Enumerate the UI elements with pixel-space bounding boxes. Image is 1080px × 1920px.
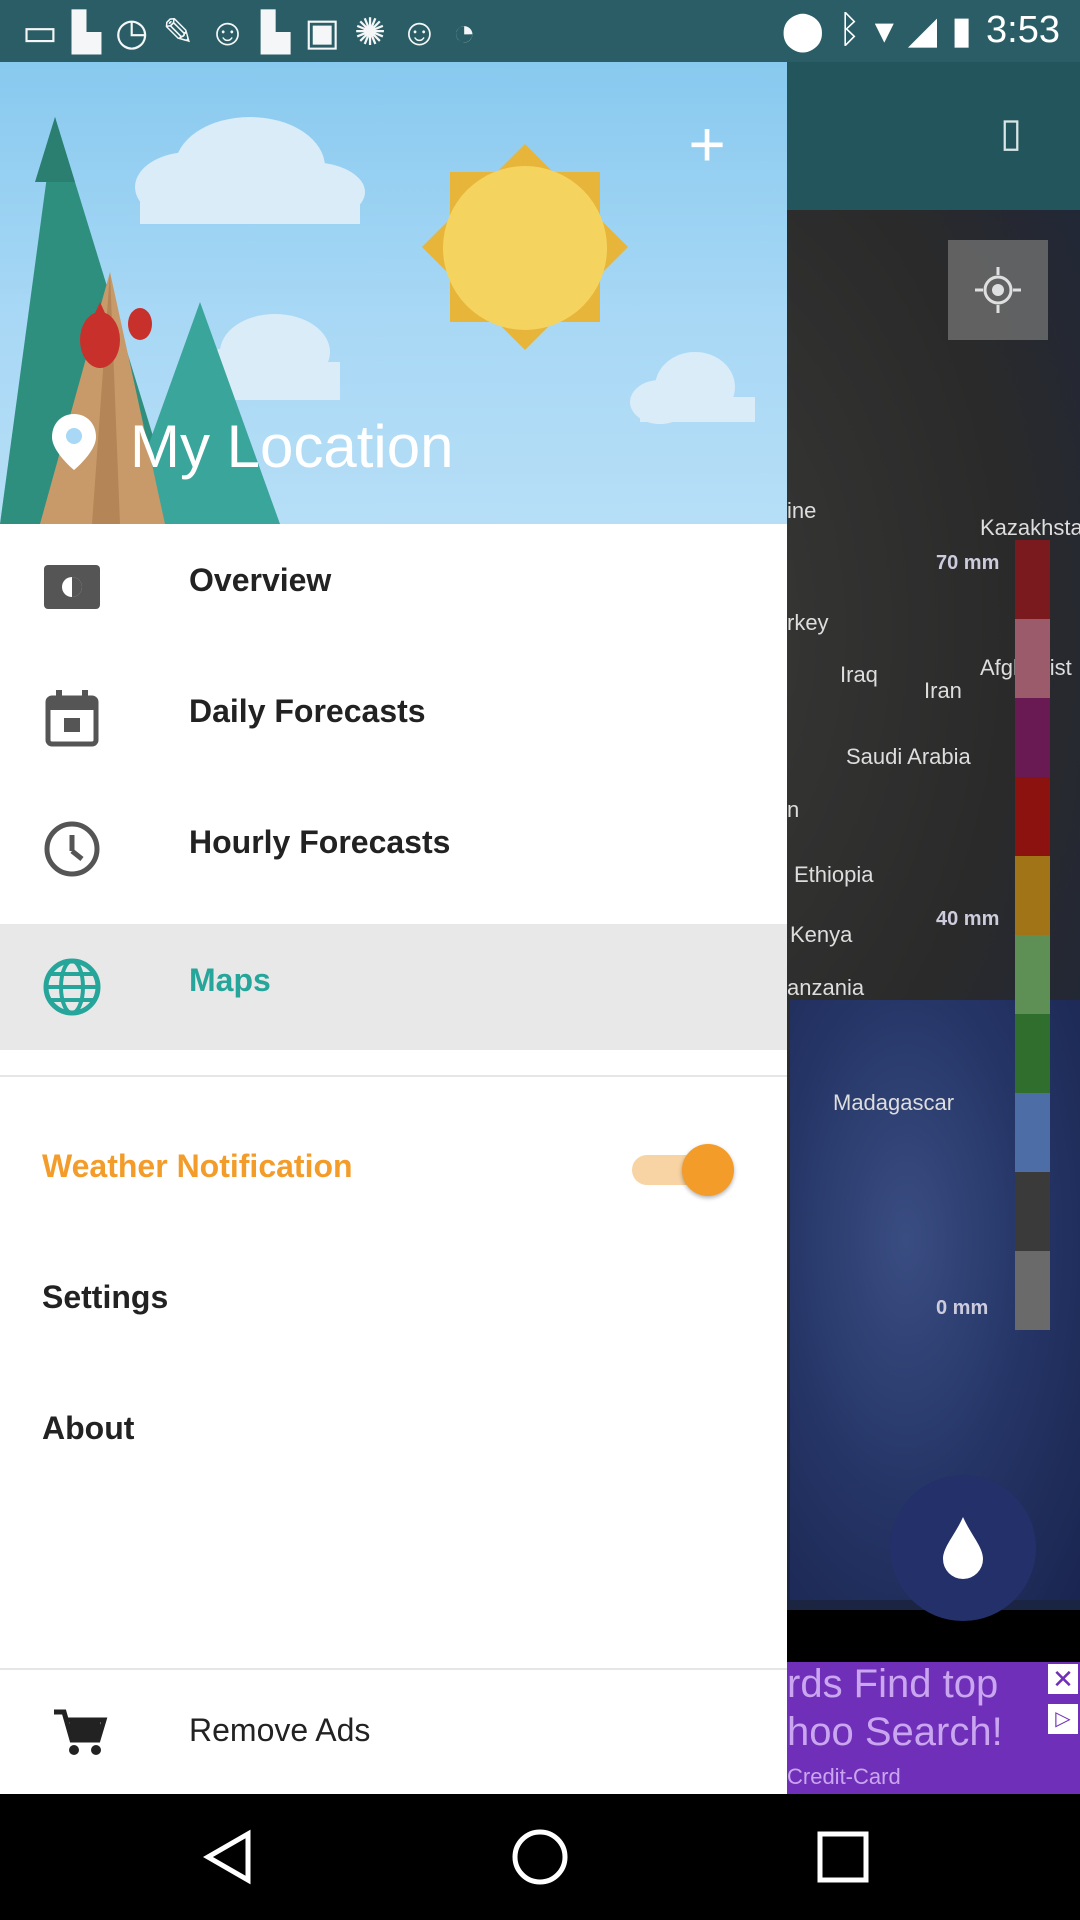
- legend-color-segment: [1015, 619, 1050, 698]
- map-view-icon[interactable]: ▯: [1000, 110, 1040, 160]
- calendar-icon: [42, 688, 102, 748]
- navigation-drawer: + My Location Overview Daily Forecasts H…: [0, 62, 787, 1794]
- map-label: anzania: [787, 975, 865, 1000]
- home-button[interactable]: [500, 1814, 580, 1900]
- wrench-icon: ✎: [162, 12, 209, 54]
- precipitation-fab[interactable]: [890, 1475, 1036, 1621]
- legend-color-segment: [1015, 540, 1050, 619]
- menu-item-daily-forecasts[interactable]: Daily Forecasts: [0, 655, 787, 781]
- remove-ads-label: Remove Ads: [189, 1712, 371, 1748]
- about-item[interactable]: About: [42, 1410, 134, 1447]
- notification-icons: ▭▙◷✎☺▙▣✺☺◔: [22, 10, 490, 55]
- signal-icon: ◢: [907, 10, 938, 52]
- location-status-icon: ⬤: [781, 10, 824, 52]
- map-label: Kenya: [790, 922, 853, 947]
- timer-icon: ◔: [452, 12, 490, 54]
- smiley-icon: ☺: [208, 12, 261, 54]
- map-label: rkey: [787, 610, 829, 635]
- smiley-icon: ☺: [399, 12, 453, 54]
- location-pin-icon: [50, 412, 98, 472]
- map-label: Iran: [924, 678, 962, 703]
- globe-icon: [42, 957, 102, 1017]
- menu-label: Overview: [189, 562, 332, 598]
- legend-color-segment: [1015, 856, 1050, 935]
- menu-item-overview[interactable]: Overview: [0, 524, 787, 650]
- legend-top-label: 70 mm: [936, 552, 1000, 574]
- menu-item-maps[interactable]: Maps: [0, 924, 787, 1050]
- map-label: Iraq: [840, 662, 878, 687]
- legend-color-segment: [1015, 698, 1050, 777]
- map-label: Kazakhsta: [980, 515, 1080, 540]
- timer-icon: ◷: [115, 12, 163, 54]
- drawer-header: + My Location: [0, 62, 787, 524]
- precipitation-legend: [1015, 540, 1050, 1330]
- menu-item-hourly-forecasts[interactable]: Hourly Forecasts: [0, 786, 787, 912]
- remove-ads-item[interactable]: Remove Ads: [0, 1670, 787, 1794]
- gps-locate-button[interactable]: [948, 240, 1048, 340]
- clock-icon: [42, 819, 102, 879]
- crosshair-icon: [975, 267, 1021, 313]
- menu-label: Daily Forecasts: [189, 693, 426, 729]
- legend-color-segment: [1015, 1251, 1050, 1330]
- bluetooth-icon: ᛒ: [837, 9, 861, 51]
- jio-icon: ✺: [354, 12, 400, 54]
- map-label: Ethiopia: [794, 862, 874, 887]
- legend-color-segment: [1015, 777, 1050, 856]
- drawer-divider: [0, 1075, 787, 1077]
- overview-icon: [42, 557, 102, 617]
- legend-color-segment: [1015, 1093, 1050, 1172]
- ad-banner[interactable]: rds Find top hoo Search! Credit-Card ✕ ▷: [787, 1662, 1080, 1794]
- menu-label: Maps: [189, 962, 271, 998]
- add-location-button[interactable]: +: [677, 112, 737, 176]
- map-label: n: [787, 797, 800, 822]
- legend-color-segment: [1015, 1014, 1050, 1093]
- wifi-icon: ▾: [874, 10, 894, 52]
- back-button[interactable]: [190, 1814, 270, 1900]
- flipboard-icon: ▙: [260, 12, 305, 54]
- map-label: Madagascar: [833, 1090, 955, 1115]
- location-title: My Location: [130, 413, 454, 480]
- qt-icon: ▣: [304, 12, 355, 54]
- ad-close-icon[interactable]: ✕: [1048, 1664, 1078, 1694]
- water-drop-icon: [943, 1517, 983, 1579]
- status-time: 3:53: [986, 9, 1060, 51]
- ad-line-1: rds Find top: [787, 1662, 999, 1706]
- weather-notification-label: Weather Notification: [42, 1148, 353, 1184]
- ad-choices-icon[interactable]: ▷: [1048, 1704, 1078, 1734]
- message-icon: ▭: [22, 12, 72, 54]
- system-nav-bar: [0, 1794, 1080, 1920]
- legend-mid-label: 40 mm: [936, 908, 1000, 930]
- battery-icon: ▮: [951, 10, 973, 52]
- legend-color-segment: [1015, 935, 1050, 1014]
- ad-line-2: hoo Search!: [787, 1710, 1003, 1754]
- recents-button[interactable]: [803, 1814, 883, 1900]
- legend-bottom-label: 0 mm: [936, 1297, 989, 1319]
- settings-item[interactable]: Settings: [42, 1279, 168, 1316]
- map-label: Saudi Arabia: [846, 744, 971, 769]
- status-bar: ▭▙◷✎☺▙▣✺☺◔ ⬤ ᛒ ▾ ◢ ▮ 3:53: [0, 0, 1080, 62]
- map-label: ine: [787, 498, 817, 523]
- menu-label: Hourly Forecasts: [189, 824, 451, 860]
- cart-icon: [52, 1708, 108, 1758]
- ad-line-3: Credit-Card: [787, 1764, 901, 1789]
- weather-notification-toggle[interactable]: [632, 1144, 734, 1196]
- flipboard-icon: ▙: [71, 12, 116, 54]
- legend-color-segment: [1015, 1172, 1050, 1251]
